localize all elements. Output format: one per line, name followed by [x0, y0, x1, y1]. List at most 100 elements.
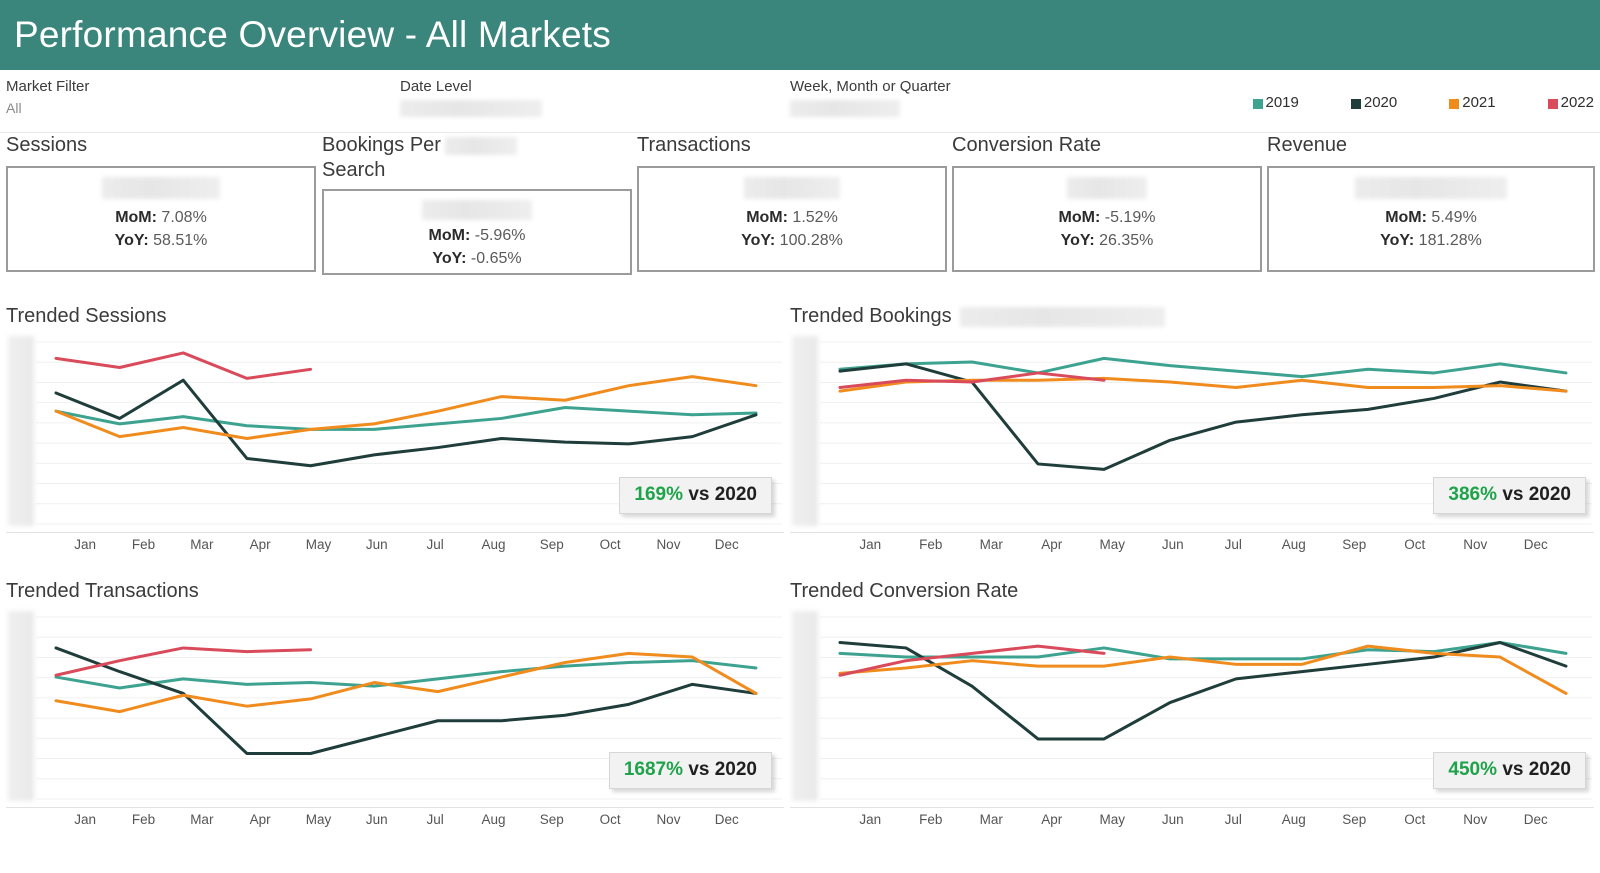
kpi-card-conversion-rate[interactable]: Conversion Rate MoM: -5.19% YoY: 26.35% [952, 133, 1262, 272]
xtick-aug: Aug [481, 537, 506, 552]
kpi-yoy-value: -0.65% [470, 250, 522, 267]
xtick-apr: Apr [249, 812, 271, 827]
kpi-card-transactions[interactable]: Transactions MoM: 1.52% YoY: 100.28% [637, 133, 947, 272]
app-header: Performance Overview - All Markets [0, 0, 1600, 70]
series-line-2022[interactable] [54, 351, 313, 380]
xtick-dec: Dec [714, 537, 739, 552]
kpi-yoy-conversion-rate: YoY: 26.35% [1061, 229, 1154, 252]
filter-granularity[interactable]: Week, Month or Quarter [790, 78, 951, 118]
kpi-title-bookings-per-search: Bookings Per Search [322, 133, 572, 183]
kpi-card-sessions[interactable]: Sessions MoM: 7.08% YoY: 58.51% [6, 133, 316, 272]
badge-suffix: vs 2020 [688, 759, 757, 780]
series-line-2019[interactable] [54, 659, 758, 690]
xtick-sep: Sep [539, 537, 564, 552]
chart-panel-trended-bookings: Trended Bookings Jan Feb Mar Apr May Jun Jul Au… [790, 305, 1594, 552]
kpi-yoy-revenue: YoY: 181.28% [1380, 229, 1482, 252]
kpi-yoy-value: 26.35% [1099, 232, 1154, 249]
kpi-mom-label: MoM: [1385, 209, 1427, 226]
xtick-mar: Mar [190, 537, 214, 552]
xtick-oct: Oct [599, 537, 621, 552]
kpi-value-conversion-rate-redacted [1067, 177, 1147, 199]
kpi-mom-label: MoM: [428, 227, 471, 244]
kpi-box-transactions: MoM: 1.52% YoY: 100.28% [637, 166, 947, 272]
chart-panel-trended-sessions: Trended Sessions Jan Feb Mar Apr May Jun Jul Au… [6, 305, 784, 552]
filter-granularity-value-redacted [790, 100, 900, 118]
xtick-jan: Jan [859, 537, 882, 552]
kpi-mom-revenue: MoM: 5.49% [1385, 206, 1477, 229]
kpi-title-bookings-text-2: Search [322, 159, 386, 181]
chart-title-trended-transactions: Trended Transactions [6, 580, 784, 603]
xtick-apr: Apr [1041, 812, 1063, 827]
xtick-jun: Jun [365, 537, 388, 552]
kpi-yoy-bookings: YoY: -0.65% [432, 247, 521, 270]
kpi-mom-label: MoM: [746, 209, 788, 226]
xtick-aug: Aug [1281, 812, 1306, 827]
xtick-feb: Feb [131, 537, 156, 552]
kpi-box-conversion-rate: MoM: -5.19% YoY: 26.35% [952, 166, 1262, 272]
kpi-yoy-value: 58.51% [153, 232, 208, 249]
kpi-title-conversion-rate: Conversion Rate [952, 134, 1101, 156]
badge-percent: 1687% [623, 759, 684, 780]
xtick-feb: Feb [919, 812, 943, 827]
yaxis-labels-redacted [792, 611, 818, 801]
xtick-may: May [1099, 537, 1125, 552]
xtick-jan: Jan [74, 812, 97, 827]
xtick-jun: Jun [365, 812, 388, 827]
kpi-mom-value: 5.49% [1431, 209, 1477, 226]
chart-title-trended-bookings: Trended Bookings [790, 305, 1594, 328]
kpi-card-bookings-per-search[interactable]: Bookings Per Search MoM: -5.96% YoY: -0.… [322, 133, 632, 275]
badge-percent: 450% [1448, 759, 1498, 780]
series-line-2021[interactable] [838, 644, 1568, 695]
kpi-box-bookings-per-search: MoM: -5.96% YoY: -0.65% [322, 189, 632, 275]
xtick-jul: Jul [426, 812, 444, 827]
xtick-jun: Jun [1161, 537, 1184, 552]
legend-swatch-icon-2019 [1252, 98, 1263, 109]
year-legend: 2019 2020 2021 2022 [1252, 94, 1594, 111]
badge-suffix: vs 2020 [688, 484, 757, 505]
kpi-value-sessions-redacted [102, 177, 220, 199]
xtick-sep: Sep [539, 812, 564, 827]
xtick-dec: Dec [1523, 812, 1548, 827]
xtick-jan: Jan [74, 537, 97, 552]
xtick-jul: Jul [1224, 812, 1242, 827]
xtick-nov: Nov [656, 812, 681, 827]
legend-swatch-icon-2022 [1547, 98, 1558, 109]
page-title: Performance Overview - All Markets [14, 14, 611, 55]
legend-label-2019: 2019 [1265, 94, 1299, 111]
kpi-title-bookings-text-1: Bookings Per [322, 134, 441, 156]
xtick-nov: Nov [1463, 812, 1488, 827]
kpi-mom-value: 1.52% [792, 209, 838, 226]
kpi-mom-bookings: MoM: -5.96% [429, 224, 526, 247]
chart-title-text: Trended Sessions [6, 305, 167, 327]
kpi-title-transactions: Transactions [637, 134, 751, 156]
kpi-title-revenue: Revenue [1267, 134, 1348, 156]
kpi-row: Sessions MoM: 7.08% YoY: 58.51% Bookings… [0, 133, 1600, 293]
kpi-mom-label: MoM: [1058, 209, 1101, 226]
legend-item-2020[interactable]: 2020 [1350, 94, 1397, 111]
filter-date-level-value-redacted [400, 100, 542, 118]
chart-title-text: Trended Transactions [6, 580, 199, 602]
kpi-yoy-transactions: YoY: 100.28% [741, 229, 843, 252]
kpi-mom-value: -5.19% [1104, 209, 1156, 226]
legend-item-2022[interactable]: 2022 [1547, 94, 1594, 111]
yaxis-labels-redacted [8, 611, 34, 801]
kpi-mom-transactions: MoM: 1.52% [746, 206, 838, 229]
xtick-apr: Apr [1041, 537, 1063, 552]
kpi-mom-conversion-rate: MoM: -5.19% [1059, 206, 1156, 229]
filter-date-level[interactable]: Date Level [400, 78, 542, 118]
legend-item-2019[interactable]: 2019 [1252, 94, 1299, 111]
xtick-mar: Mar [190, 812, 214, 827]
kpi-yoy-label: YoY: [432, 250, 467, 267]
filter-market[interactable]: Market Filter All [6, 78, 89, 116]
series-line-2021[interactable] [54, 375, 758, 440]
legend-swatch-icon-2020 [1350, 98, 1361, 109]
kpi-yoy-label: YoY: [741, 232, 776, 249]
kpi-yoy-value: 100.28% [779, 232, 843, 249]
xtick-nov: Nov [1463, 537, 1488, 552]
series-line-2019[interactable] [838, 356, 1568, 379]
xaxis-trended-sessions: Jan Feb Mar Apr May Jun Jul Aug Sep Oct Nov Dec [6, 532, 784, 552]
chart-title-trended-conversion-rate: Trended Conversion Rate [790, 580, 1594, 603]
legend-item-2021[interactable]: 2021 [1449, 94, 1496, 111]
xtick-aug: Aug [1281, 537, 1306, 552]
kpi-card-revenue[interactable]: Revenue MoM: 5.49% YoY: 181.28% [1267, 133, 1595, 272]
